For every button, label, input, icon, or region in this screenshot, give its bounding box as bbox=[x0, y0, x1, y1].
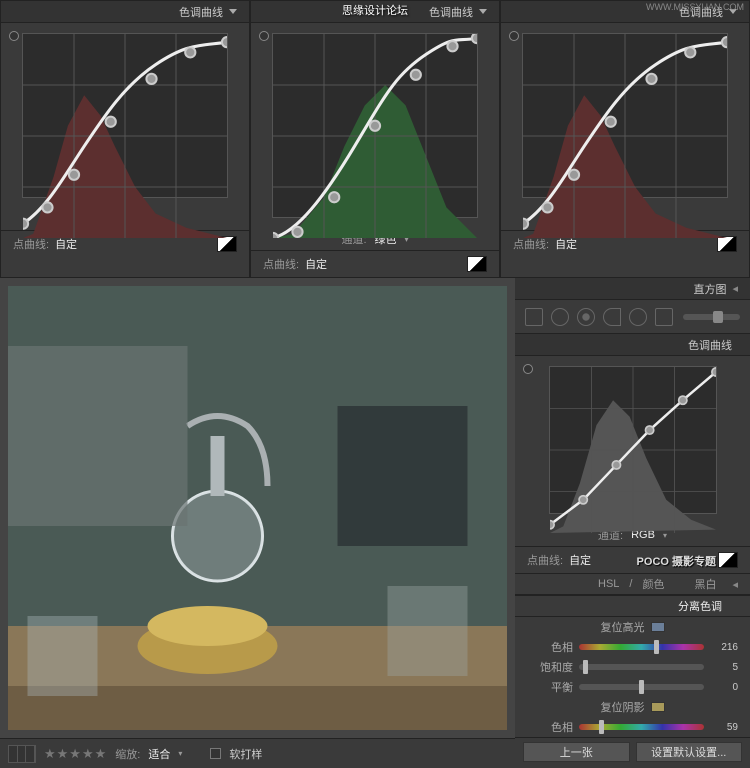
curve-editor[interactable] bbox=[22, 33, 228, 198]
zoom-value[interactable]: 适合 bbox=[148, 746, 170, 762]
hue-shadow-value[interactable]: 59 bbox=[710, 722, 738, 733]
point-curve-row: 点曲线: 自定 bbox=[251, 251, 499, 277]
point-value[interactable]: 自定 bbox=[305, 256, 327, 272]
point-label: 点曲线: bbox=[513, 236, 549, 252]
tone-curve-panel-green: 色调曲线 通道: 绿色 ▾ 点曲线: 自定 bbox=[250, 0, 500, 278]
curve-title: 色调曲线 bbox=[688, 337, 732, 353]
curve-editor[interactable] bbox=[522, 33, 728, 198]
curve-mode-icon[interactable] bbox=[467, 256, 487, 272]
sat-highlight-slider[interactable] bbox=[579, 664, 704, 670]
panel-toggle[interactable] bbox=[9, 31, 19, 41]
tool-size-slider[interactable] bbox=[683, 314, 740, 320]
panel-toggle[interactable] bbox=[259, 31, 269, 41]
crop-tool-icon[interactable] bbox=[525, 308, 543, 326]
zoom-label: 缩放: bbox=[115, 746, 140, 762]
hue-shadow-row: 色相 59 bbox=[515, 717, 750, 737]
curve-mode-icon[interactable] bbox=[717, 236, 737, 252]
histogram-header[interactable]: 直方图 ◂ bbox=[515, 278, 750, 300]
sat-highlight-value[interactable]: 5 bbox=[710, 662, 738, 673]
nav-buttons: 上一张 设置默认设置... bbox=[515, 737, 750, 765]
curve-editor[interactable] bbox=[272, 33, 478, 218]
bottom-toolbar: ★★★★★ 缩放: 适合 ▾ 软打样 bbox=[0, 738, 515, 768]
hue-highlight-value[interactable]: 216 bbox=[710, 642, 738, 653]
curve-editor-rgb[interactable] bbox=[549, 366, 717, 514]
dropdown-icon: ▾ bbox=[178, 749, 182, 758]
panel-header[interactable]: 色调曲线 bbox=[1, 1, 249, 23]
balance-value[interactable]: 0 bbox=[710, 682, 738, 693]
image-preview[interactable] bbox=[8, 286, 507, 730]
point-value[interactable]: 自定 bbox=[555, 236, 577, 252]
panel-toggle[interactable] bbox=[509, 31, 519, 41]
point-label: 点曲线: bbox=[263, 256, 299, 272]
curve-header[interactable]: 色调曲线 bbox=[515, 334, 750, 356]
rating-stars[interactable]: ★★★★★ bbox=[44, 746, 107, 762]
tone-curve-panel-red-1: 色调曲线 通道: 红色 ▾ 点曲线: 自定 bbox=[0, 0, 250, 278]
sat-highlight-row: 饱和度 5 bbox=[515, 657, 750, 677]
grid-view-icon[interactable] bbox=[8, 745, 36, 763]
point-value[interactable]: 自定 bbox=[569, 552, 591, 568]
top-watermark: 思缘设计论坛 bbox=[342, 2, 408, 18]
brush-tool-icon[interactable] bbox=[655, 308, 673, 326]
highlight-swatch[interactable] bbox=[651, 622, 665, 632]
chevron-left-icon: ◂ bbox=[732, 282, 738, 295]
hsl-tab[interactable]: HSL bbox=[598, 578, 619, 590]
curve-mode-icon[interactable] bbox=[718, 552, 738, 568]
spot-tool-icon[interactable] bbox=[551, 308, 569, 326]
shadows-subhead: 复位阴影 bbox=[515, 697, 750, 717]
panel-title: 色调曲线 bbox=[429, 4, 473, 20]
color-tab[interactable]: 颜色 bbox=[642, 576, 664, 592]
split-tone-title: 分离色调 bbox=[678, 598, 722, 614]
tone-curve-panel-red-2: 色调曲线 通道: 红色 ▾ 点曲线: 自定 bbox=[500, 0, 750, 278]
image-preview-panel: ★★★★★ 缩放: 适合 ▾ 软打样 bbox=[0, 278, 515, 768]
histogram-title: 直方图 bbox=[693, 281, 726, 297]
watermark-right: WWW.MISSYUAN.COM bbox=[646, 2, 744, 12]
hsl-section-header[interactable]: HSL / 颜色 黑白 ◂ bbox=[515, 573, 750, 595]
hue-highlight-row: 色相 216 bbox=[515, 637, 750, 657]
hue-highlight-slider[interactable] bbox=[579, 644, 704, 650]
panel-title: 色调曲线 bbox=[179, 4, 223, 20]
point-label: 点曲线: bbox=[527, 552, 563, 568]
collapse-icon bbox=[479, 9, 487, 14]
soft-proof-checkbox[interactable] bbox=[210, 748, 221, 759]
gradient-tool-icon[interactable] bbox=[603, 308, 621, 326]
point-label: 点曲线: bbox=[13, 236, 49, 252]
reset-button[interactable]: 设置默认设置... bbox=[636, 742, 743, 762]
point-curve-row: 点曲线: 自定 POCO 摄影专题 bbox=[515, 547, 750, 573]
curve-mode-icon[interactable] bbox=[217, 236, 237, 252]
balance-slider[interactable] bbox=[579, 684, 704, 690]
hue-shadow-slider[interactable] bbox=[579, 724, 704, 730]
balance-row: 平衡 0 bbox=[515, 677, 750, 697]
watermark-poco: POCO 摄影专题 bbox=[637, 553, 716, 569]
collapse-icon bbox=[229, 9, 237, 14]
radial-tool-icon[interactable] bbox=[629, 308, 647, 326]
point-value[interactable]: 自定 bbox=[55, 236, 77, 252]
soft-proof-label: 软打样 bbox=[229, 746, 262, 762]
tool-strip bbox=[515, 300, 750, 334]
chevron-left-icon: ◂ bbox=[732, 578, 738, 591]
bw-tab[interactable]: 黑白 bbox=[694, 576, 716, 592]
shadow-swatch[interactable] bbox=[651, 702, 665, 712]
panel-toggle[interactable] bbox=[523, 364, 533, 374]
prev-button[interactable]: 上一张 bbox=[523, 742, 630, 762]
highlights-subhead: 复位高光 bbox=[515, 617, 750, 637]
split-tone-header[interactable]: 分离色调 bbox=[515, 595, 750, 617]
develop-right-panel: 直方图 ◂ 色调曲线 bbox=[515, 278, 750, 768]
redeye-tool-icon[interactable] bbox=[577, 308, 595, 326]
